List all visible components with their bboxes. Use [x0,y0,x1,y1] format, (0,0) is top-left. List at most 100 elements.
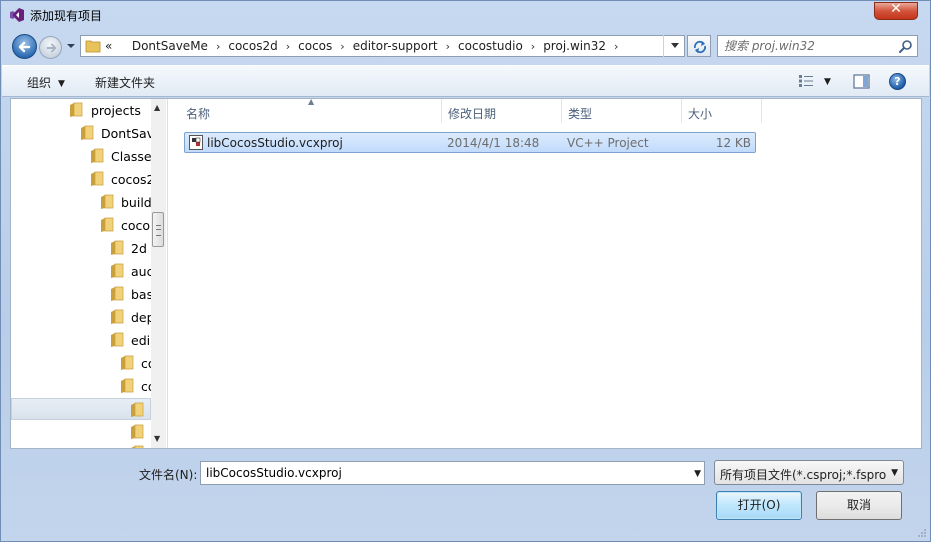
search-input[interactable] [724,38,894,54]
folder-icon [111,240,124,255]
tree-item[interactable]: dep [11,306,155,328]
breadcrumb-item[interactable]: cocos2d [228,39,277,53]
tree-item[interactable] [11,421,151,443]
column-header-type[interactable]: 类型 [562,99,682,123]
help-icon[interactable]: ? [889,73,906,90]
cancel-button[interactable]: 取消 [816,491,902,520]
folder-icon [111,286,124,301]
tree-item[interactable]: auc [11,260,153,282]
breadcrumb: « DontSaveMe › cocos2d › cocos › editor-suppor… [105,39,626,53]
navigation-tree: projects DontSave Classes cocos2 build c… [11,99,168,448]
folder-icon [131,402,144,417]
breadcrumb-item[interactable]: cocos [298,39,332,53]
tree-item[interactable]: Classes [11,145,158,167]
title-bar[interactable]: 添加现有项目 ✕ [1,1,930,29]
folder-icon [91,171,104,186]
tree-item-selected[interactable] [11,398,151,420]
tree-item[interactable]: DontSave [11,122,162,144]
tree-item[interactable]: edi [11,329,151,351]
breadcrumb-item[interactable]: editor-support [353,39,438,53]
preview-pane-icon[interactable] [853,74,870,89]
folder-icon [111,309,124,324]
breadcrumb-separator-icon[interactable]: › [531,40,535,53]
tree-item[interactable]: 2d [11,237,151,259]
file-type-value: 所有项目文件(*.csproj;*.fsproj [720,468,886,482]
breadcrumb-overflow[interactable]: « [105,39,112,53]
sort-ascending-icon: ▲ [308,97,315,106]
chevron-down-icon[interactable]: ▼ [694,469,701,479]
tree-item[interactable]: bas [11,283,153,305]
file-name: libCocosStudio.vcxproj [207,136,343,150]
folder-icon [85,40,101,53]
close-button[interactable]: ✕ [874,1,918,20]
folder-icon [131,445,144,448]
column-header-row: 名称 ▲ 修改日期 类型 大小 [168,97,921,123]
folder-icon [111,263,124,278]
tree-item[interactable]: projects [11,99,151,121]
open-button[interactable]: 打开(O) [716,491,802,520]
organize-menu-button[interactable]: 组织 ▼ [27,74,65,91]
file-size: 12 KB [715,136,751,150]
tree-scrollbar[interactable]: ▲ ▼ [151,99,166,448]
chevron-down-icon: ▼ [58,79,65,89]
address-bar[interactable]: « DontSaveMe › cocos2d › cocos › editor-suppor… [80,35,685,57]
folder-icon [121,378,134,393]
visual-studio-icon [10,8,24,22]
chevron-down-icon [671,43,679,48]
search-box[interactable] [717,35,918,57]
folder-icon [101,194,114,209]
folder-icon [70,102,83,117]
address-dropdown-button[interactable] [663,35,685,57]
search-icon[interactable] [899,39,913,53]
folder-icon [101,217,114,232]
scroll-down-icon[interactable]: ▼ [154,434,160,443]
tree-item[interactable] [11,442,151,448]
tree-item[interactable]: cocos2 [11,168,155,190]
folder-icon [121,355,134,370]
forward-button[interactable] [39,36,62,59]
vcxproj-file-icon [189,135,203,150]
folder-icon [91,148,104,163]
browser-panel: projects DontSave Classes cocos2 build c… [10,97,922,449]
resize-grip-icon[interactable] [917,528,927,538]
breadcrumb-separator-icon[interactable]: › [216,40,220,53]
view-dropdown-icon[interactable]: ▼ [824,77,831,87]
window-title: 添加现有项目 [30,9,103,23]
breadcrumb-item[interactable]: DontSaveMe [132,39,208,53]
column-header-size[interactable]: 大小 [682,99,762,123]
breadcrumb-item[interactable]: cocostudio [458,39,523,53]
recent-pages-dropdown-icon[interactable] [66,41,76,51]
file-row[interactable]: libCocosStudio.vcxproj 2014/4/1 18:48 VC… [184,132,756,153]
filename-label: 文件名(N): [139,468,198,482]
filename-combobox[interactable]: ▼ [200,461,705,485]
view-options-icon[interactable] [798,74,814,88]
tree-item[interactable]: build [11,191,152,213]
new-folder-button[interactable]: 新建文件夹 [95,74,155,91]
file-type-select[interactable]: 所有项目文件(*.csproj;*.fsproj ▼ [714,460,904,485]
refresh-icon [693,40,707,54]
arrow-right-icon [46,43,57,53]
chevron-down-icon: ▼ [891,468,898,478]
file-type: VC++ Project [567,136,649,150]
column-header-name[interactable]: 名称 ▲ [168,97,442,123]
folder-icon [131,424,144,439]
breadcrumb-separator-icon[interactable]: › [340,40,344,53]
tree-item[interactable]: co [11,375,156,397]
dialog-window: 添加现有项目 ✕ « DontSaveMe › cocos2d › cocos › edit… [0,0,931,542]
column-header-modified[interactable]: 修改日期 [442,99,562,123]
tree-item[interactable]: co [11,352,156,374]
scroll-up-icon[interactable]: ▲ [154,103,160,112]
breadcrumb-separator-icon[interactable]: › [286,40,290,53]
breadcrumb-item[interactable]: proj.win32 [543,39,606,53]
scrollbar-thumb[interactable] [152,212,164,247]
folder-icon [81,125,94,140]
refresh-button[interactable] [687,35,711,57]
footer-panel: 文件名(N): ▼ 所有项目文件(*.csproj;*.fsproj ▼ 打开(… [2,450,929,540]
filename-input[interactable] [206,465,676,481]
breadcrumb-separator-icon[interactable]: › [614,40,618,53]
tree-item-label: edi [131,333,151,348]
breadcrumb-separator-icon[interactable]: › [446,40,450,53]
arrow-left-icon [18,41,31,53]
back-button[interactable] [12,34,37,59]
tree-item[interactable]: coco [11,214,151,236]
